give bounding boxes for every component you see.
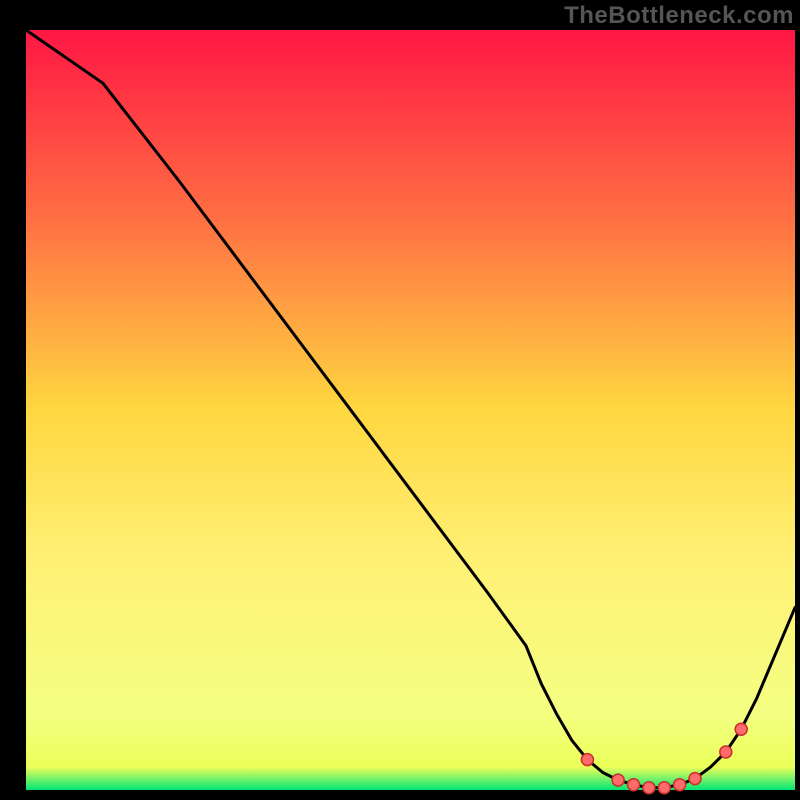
chart-frame: TheBottleneck.com	[0, 0, 800, 800]
curve-marker	[689, 773, 701, 785]
curve-marker	[628, 779, 640, 791]
curve-marker	[674, 779, 686, 791]
curve-marker	[643, 782, 655, 794]
curve-marker	[581, 754, 593, 766]
bottleneck-chart	[0, 0, 800, 800]
curve-marker	[612, 774, 624, 786]
gradient-background	[26, 30, 795, 790]
curve-marker	[720, 746, 732, 758]
curve-marker	[658, 782, 670, 794]
watermark-text: TheBottleneck.com	[564, 2, 794, 30]
curve-marker	[735, 723, 747, 735]
